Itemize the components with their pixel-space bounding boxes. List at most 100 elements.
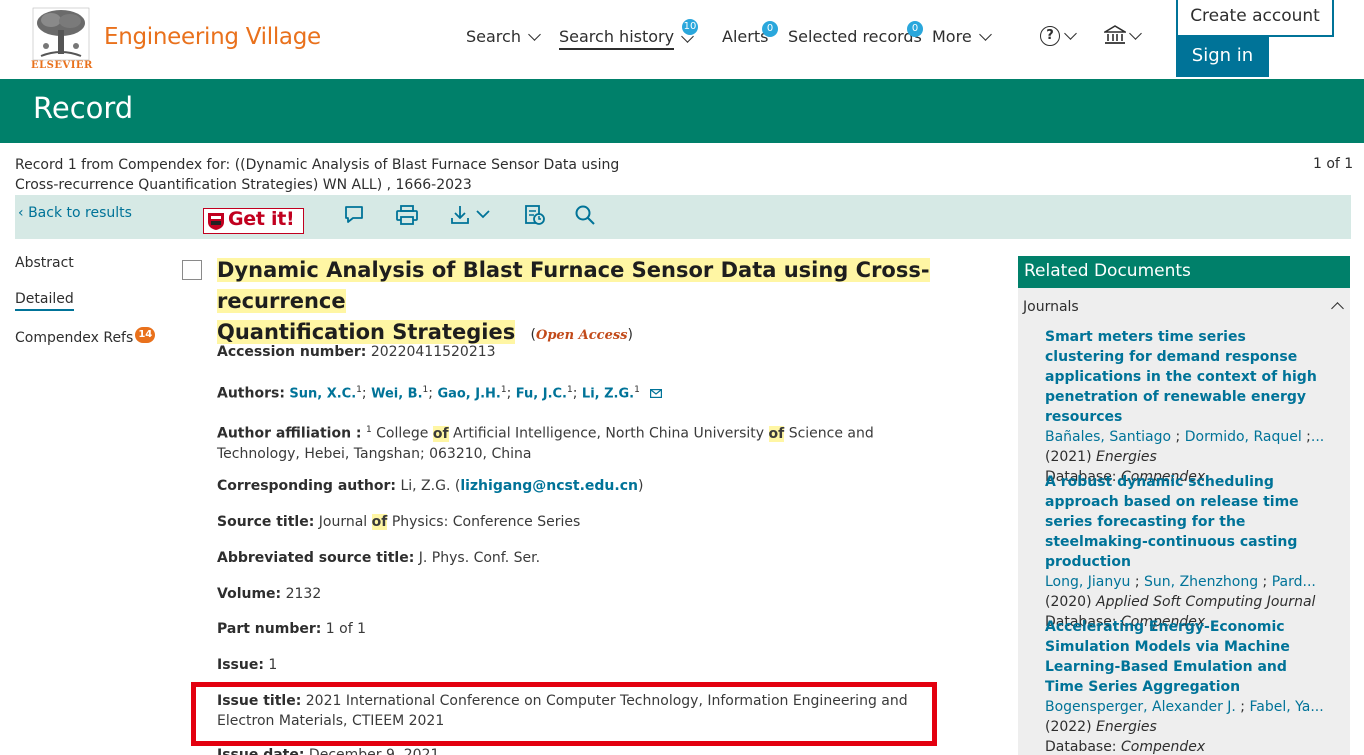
email-icon[interactable] <box>650 388 663 398</box>
corresponding-close: ) <box>637 478 644 494</box>
affiliation-label: Author affiliation : <box>217 425 362 442</box>
related-author-link[interactable]: Dormido, Raquel <box>1185 429 1302 445</box>
related-item-authors: Bogensperger, Alexander J. ; Fabel, Ya..… <box>1045 699 1324 715</box>
related-author-link[interactable]: Long, Jianyu <box>1045 574 1130 590</box>
nav-more[interactable]: More <box>932 27 992 46</box>
elsevier-wordmark: ELSEVIER <box>31 60 93 71</box>
related-author-more: ... <box>1310 429 1325 445</box>
corresponding-email-link[interactable]: lizhigang@ncst.edu.cn <box>460 478 638 494</box>
related-author-link[interactable]: Sun, Zhenzhong <box>1144 574 1258 590</box>
corresponding-name: Li, Z.G. ( <box>400 478 461 494</box>
related-item-title[interactable]: A robust dynamic scheduling approach bas… <box>1045 474 1299 570</box>
source-title-part: Journal <box>318 514 368 530</box>
record-toolbar: ‹ Back to results Get it! <box>15 195 1351 239</box>
brand-title[interactable]: Engineering Village <box>104 24 321 50</box>
chevron-down-icon[interactable] <box>1129 27 1142 40</box>
record-band: Record <box>0 79 1364 143</box>
corresponding-label: Corresponding author: <box>217 478 397 494</box>
author-sup: 1 <box>422 385 429 395</box>
related-year: (2020) <box>1045 594 1092 610</box>
authors-label: Authors: <box>217 385 285 402</box>
chevron-left-icon: ‹ <box>18 205 29 221</box>
related-item-database: Database: Compendex <box>1045 737 1325 755</box>
issue-date-label: Issue date: <box>217 747 305 755</box>
nav-search-history[interactable]: Search history <box>559 27 694 50</box>
record-paging: 1 of 1 <box>1313 156 1354 172</box>
search-icon[interactable] <box>573 203 597 227</box>
record-title-line2: Quantification Strategies <box>217 320 516 344</box>
issue-date-field: Issue date: December 9, 2021 <box>217 745 952 755</box>
related-author-link[interactable]: Fabel, Ya... <box>1249 699 1323 715</box>
issue-value: 1 <box>268 657 278 673</box>
nav-selected-records[interactable]: Selected records <box>788 27 922 46</box>
accession-value: 20220411520213 <box>370 344 496 360</box>
related-item-authors: Long, Jianyu ; Sun, Zhenzhong ; Pard... <box>1045 574 1316 590</box>
volume-field: Volume: 2132 <box>217 584 952 604</box>
author-link[interactable]: Fu, J.C. <box>516 387 567 402</box>
related-author-link[interactable]: Bañales, Santiago <box>1045 429 1171 445</box>
source-title-part: Physics: Conference Series <box>391 514 581 530</box>
related-db-label: Database: <box>1045 739 1117 755</box>
page-title: Record <box>33 91 134 125</box>
abbrev-source-value: J. Phys. Conf. Ser. <box>418 550 541 566</box>
top-header: ELSEVIER Engineering Village Search Sear… <box>0 0 1364 79</box>
chevron-down-icon <box>978 27 992 41</box>
download-icon[interactable] <box>449 203 495 227</box>
related-item: A robust dynamic scheduling approach bas… <box>1045 472 1325 632</box>
chevron-down-icon[interactable] <box>1064 27 1077 40</box>
author-link[interactable]: Wei, B. <box>371 387 422 402</box>
sidenav-abstract[interactable]: Abstract <box>15 255 74 271</box>
part-number-label: Part number: <box>217 621 322 637</box>
related-item: Smart meters time series clustering for … <box>1045 327 1325 487</box>
nav-more-label: More <box>932 27 972 46</box>
issue-label: Issue: <box>217 657 264 673</box>
elsevier-tree-logo-icon[interactable] <box>31 6 91 62</box>
nav-search-history-label: Search history <box>559 27 675 50</box>
issue-date-value: December 9, 2021 <box>308 747 440 755</box>
highlight-term: of <box>371 514 388 530</box>
help-circle-icon[interactable]: ? <box>1040 26 1060 46</box>
author-link[interactable]: Gao, J.H. <box>437 387 500 402</box>
affiliation-field: Author affiliation : 1 College of Artifi… <box>217 420 952 464</box>
related-db: Compendex <box>1120 739 1206 755</box>
print-icon[interactable] <box>395 203 419 227</box>
record-title: Dynamic Analysis of Blast Furnace Sensor… <box>217 255 977 351</box>
author-link[interactable]: Li, Z.G. <box>582 387 634 402</box>
highlight-annotation-box <box>191 682 937 746</box>
related-item-title[interactable]: Smart meters time series clustering for … <box>1045 329 1317 425</box>
back-to-results-link[interactable]: ‹ Back to results <box>18 205 132 221</box>
related-author-link[interactable]: Pard... <box>1272 574 1316 590</box>
sidenav-compendex-refs[interactable]: Compendex Refs <box>15 330 133 346</box>
author-sup: 1 <box>567 385 573 395</box>
related-documents-header: Related Documents <box>1018 256 1350 288</box>
related-item-title[interactable]: Accelerating Energy-Economic Simulation … <box>1045 619 1290 695</box>
author-link[interactable]: Sun, X.C. <box>289 387 356 402</box>
abbrev-source-label: Abbreviated source title: <box>217 550 415 566</box>
part-number-value: 1 of 1 <box>325 621 367 637</box>
select-record-checkbox[interactable] <box>182 260 202 280</box>
author-sup: 1 <box>634 385 640 395</box>
create-account-button[interactable]: Create account <box>1176 0 1334 37</box>
back-to-results-label: Back to results <box>28 205 132 221</box>
nav-selected-records-label: Selected records <box>788 27 922 46</box>
save-to-folder-icon[interactable] <box>523 203 547 227</box>
sidenav-detailed[interactable]: Detailed <box>15 291 74 311</box>
nav-search[interactable]: Search <box>466 27 541 46</box>
related-journal: Applied Soft Computing Journal <box>1096 594 1316 610</box>
abbrev-source-field: Abbreviated source title: J. Phys. Conf.… <box>217 548 952 568</box>
sign-in-button[interactable]: Sign in <box>1176 37 1269 77</box>
open-access-tag: (Open Access) <box>530 327 633 343</box>
institution-icon[interactable] <box>1104 25 1126 45</box>
related-author-link[interactable]: Bogensperger, Alexander J. <box>1045 699 1236 715</box>
selected-records-count-badge: 0 <box>907 21 923 37</box>
get-it-label: Get it! <box>228 208 295 230</box>
issue-field: Issue: 1 <box>217 655 952 675</box>
get-it-button[interactable]: Get it! <box>203 208 304 234</box>
refs-count-badge: 14 <box>135 327 156 343</box>
search-history-count-badge: 10 <box>682 19 698 35</box>
comment-icon[interactable] <box>342 203 366 227</box>
chevron-up-icon[interactable] <box>1331 302 1344 315</box>
volume-label: Volume: <box>217 586 282 602</box>
volume-value: 2132 <box>285 586 322 602</box>
related-journal: Energies <box>1096 719 1157 735</box>
